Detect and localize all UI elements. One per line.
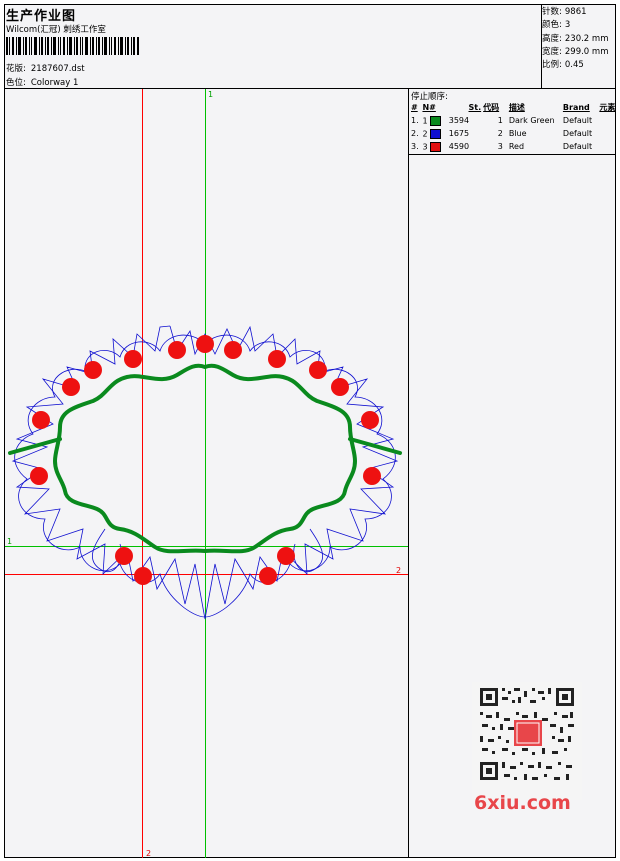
red-dot [259, 567, 277, 585]
color-swatch [430, 141, 442, 152]
col-header-n: N# [422, 103, 436, 112]
color-swatch [430, 115, 442, 126]
stat-scale: 比例: 0.45 [542, 60, 584, 71]
red-dot [30, 467, 48, 485]
col-header-brand: Brand [562, 103, 590, 112]
axis-label-green-vertical: 1 [208, 90, 213, 99]
col-header-description: 描述 [508, 103, 525, 112]
red-dot [363, 467, 381, 485]
red-dot [268, 350, 286, 368]
col-header-code: 代码 [483, 103, 500, 112]
red-dot [134, 567, 152, 585]
embroidery-design-canvas: 1 1 2 2 [5, 89, 408, 858]
colorway-label: 色位: [6, 78, 26, 88]
stat-width: 宽度: 299.0 mm [542, 46, 609, 57]
red-dot [84, 361, 102, 379]
red-dot [168, 341, 186, 359]
table-row: 2. 2 1675 2 Blue Default [411, 127, 593, 140]
red-dot [309, 361, 327, 379]
design-stats: 针数: 9861 颜色: 3 高度: 230.2 mm 宽度: 299.0 mm 比例:… [542, 6, 608, 72]
stop-sequence-table: # N# St. 代码 描述 Brand 元素 1. 1 3594 1 Dark… [409, 101, 620, 153]
stat-colors: 颜色: 3 [542, 20, 571, 31]
design-file-value: 2187607.dst [30, 64, 85, 74]
color-cell: 1 [420, 114, 446, 127]
design-file-row: 花版: 2187607.dst [6, 62, 85, 74]
panel-divider [408, 88, 409, 858]
barcode [6, 37, 139, 55]
color-swatch [430, 128, 442, 139]
software-subtitle: Wilcom(汇冠) 刺绣工作室 [6, 25, 106, 35]
colorway-row: 色位: Colorway 1 [6, 76, 78, 88]
red-dot [277, 547, 295, 565]
red-dot [124, 350, 142, 368]
col-header-element: 元素 [599, 103, 616, 112]
red-dot [331, 378, 349, 396]
red-dot [196, 335, 214, 353]
table-divider [408, 154, 616, 155]
colorway-value: Colorway 1 [30, 78, 79, 88]
axis-label-green-horizontal: 1 [7, 537, 12, 546]
col-header-stitches: St. [468, 103, 482, 112]
table-row: 3. 3 4590 3 Red Default [411, 140, 593, 153]
color-cell: 2 [420, 127, 446, 140]
red-dot [32, 411, 50, 429]
stat-height: 高度: 230.2 mm [542, 33, 609, 44]
red-dot [62, 378, 80, 396]
axis-label-red-vertical: 2 [146, 849, 151, 858]
red-dot [361, 411, 379, 429]
axis-label-red-horizontal: 2 [396, 566, 401, 575]
watermark-text: 6xiu.com [474, 792, 571, 814]
table-row: 1. 1 3594 1 Dark Green Default [411, 114, 593, 127]
stat-stitch-count: 针数: 9861 [542, 7, 587, 17]
design-file-label: 花版: [6, 64, 26, 74]
qr-code [472, 682, 582, 800]
page-title: 生产作业图 [6, 9, 77, 24]
col-header-index: # [411, 103, 418, 112]
red-dot [115, 547, 133, 565]
color-cell: 3 [420, 140, 446, 153]
red-dot [224, 341, 242, 359]
